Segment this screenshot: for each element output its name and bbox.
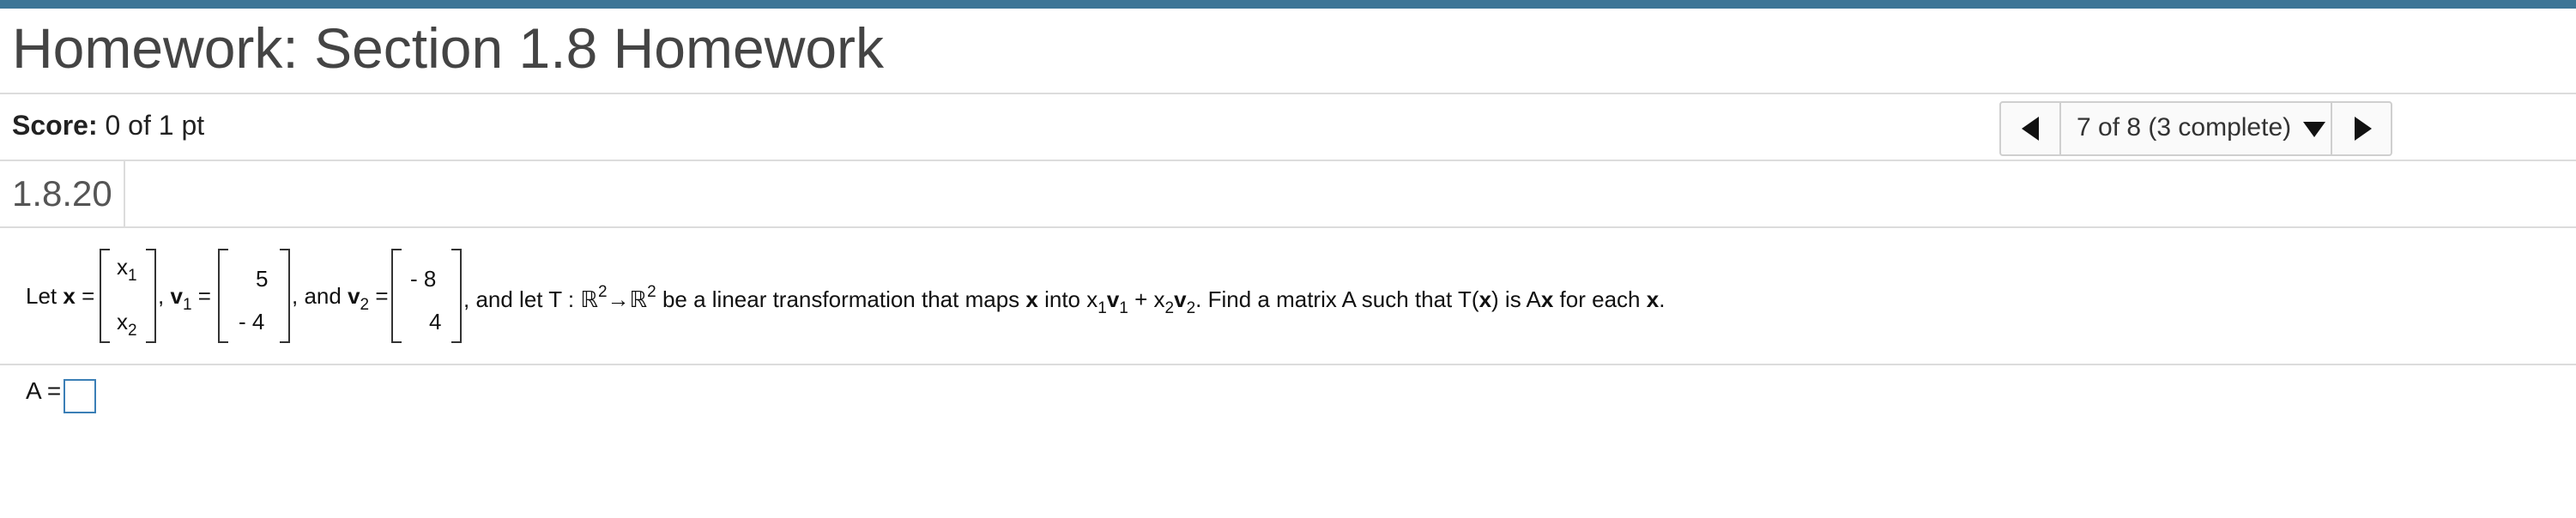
question-number-cell: 1.8.20 [0,161,125,226]
v1-vector-left-bracket [218,249,228,343]
answer-matrix-input[interactable] [63,379,96,413]
next-arrow-icon [2355,117,2372,141]
x-vector-left-bracket [100,249,110,343]
v2-vector-entry-1: - 8 [410,266,437,292]
question-select-dropdown[interactable]: 7 of 8 (3 complete) [2061,103,2329,154]
problem-text-let: Let x = [26,283,95,309]
top-accent-bar [0,0,2576,9]
v1-vector-right-bracket [280,249,290,343]
question-select-value: 7 of 8 (3 complete) [2077,113,2292,142]
v2-vector-entry-2: 4 [429,309,442,334]
question-number: 1.8.20 [12,173,112,214]
previous-question-button[interactable] [2001,103,2061,154]
question-header: 1.8.20 [0,161,2576,228]
score-bar: Score: 0 of 1 pt 7 of 8 (3 complete) [0,94,2576,161]
problem-statement: Let x = x1 x2 , v1 = 5 - 4 , and v2 = - … [0,228,2576,365]
x-vector-entry-1: x1 [117,254,137,285]
answer-label: A = [26,377,62,404]
v1-vector-entry-2: - 4 [239,309,265,334]
question-navigator: 7 of 8 (3 complete) [1999,101,2392,156]
dropdown-caret-icon [2303,122,2325,137]
problem-text-v1: , v1 = [158,283,211,314]
v2-vector-right-bracket [451,249,462,343]
score-label: Score: [12,110,98,141]
prev-arrow-icon [2022,117,2039,141]
title-bar: Homework: Section 1.8 Homework [0,9,2576,94]
score-value: 0 of 1 pt [105,110,205,141]
problem-text-transformation: , and let T : ℝ2→ℝ2 be a linear transfor… [463,283,1666,317]
v1-vector-entry-1: 5 [256,266,269,292]
v2-vector-left-bracket [391,249,402,343]
x-vector-entry-2: x2 [117,309,137,340]
x-vector-right-bracket [146,249,156,343]
page-title: Homework: Section 1.8 Homework [12,16,885,80]
next-question-button[interactable] [2331,103,2391,154]
answer-area: A = [0,365,2576,425]
score-text: Score: 0 of 1 pt [12,110,204,142]
problem-text-v2: , and v2 = [292,283,389,314]
